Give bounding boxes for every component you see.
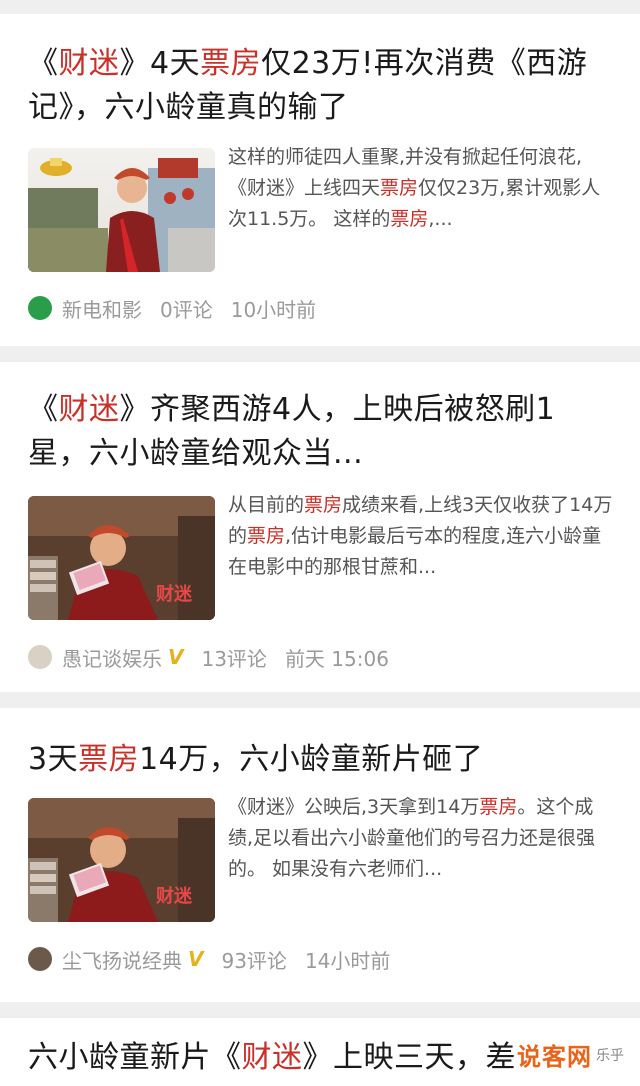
summary-text: ,... bbox=[428, 208, 453, 230]
comment-count[interactable]: 0评论 bbox=[160, 294, 213, 323]
article-meta: 愚记谈娱乐 V 13评论 前天 15:06 bbox=[28, 642, 389, 672]
article-card[interactable]: 3天票房14万，六小龄童新片砸了 财迷 《财迷》公映后,3天拿到14万票房。这个… bbox=[0, 708, 640, 1002]
article-title[interactable]: 《财迷》齐聚西游4人，上映后被怒刷1星，六小龄童给观众当... bbox=[28, 388, 608, 476]
summary-text: 《财迷》 bbox=[228, 796, 305, 818]
title-highlight: 财迷 bbox=[58, 392, 120, 427]
article-card[interactable]: 《财迷》4天票房仅23万!再次消费《西游记》，六小龄童真的输了 这样的师徒四人重… bbox=[0, 14, 640, 346]
summary-highlight: 票房 bbox=[390, 208, 429, 230]
source-logo-icon bbox=[28, 645, 52, 669]
source-name[interactable]: 新电和影 bbox=[62, 294, 142, 323]
verified-badge-icon: V bbox=[188, 947, 204, 971]
comment-count[interactable]: 93评论 bbox=[221, 945, 286, 974]
summary-text: 上线四天 bbox=[304, 177, 381, 199]
title-highlight: 票房 bbox=[78, 742, 140, 777]
comment-count[interactable]: 13评论 bbox=[201, 643, 266, 672]
summary-text: 从目前的 bbox=[228, 494, 305, 516]
title-highlight: 票房 bbox=[200, 46, 262, 81]
summary-highlight: 票房 bbox=[247, 525, 286, 547]
title-highlight: 财迷 bbox=[241, 1040, 303, 1075]
article-meta: 新电和影 0评论 10小时前 bbox=[28, 293, 316, 323]
source-name[interactable]: 愚记谈娱乐 bbox=[62, 643, 162, 672]
summary-text: 《财迷》 bbox=[228, 177, 305, 199]
svg-text:财迷: 财迷 bbox=[156, 583, 193, 605]
article-summary: 这样的师徒四人重聚,并没有掀起任何浪花,《财迷》上线四天票房仅仅23万,累计观影… bbox=[228, 142, 613, 235]
svg-text:财迷: 财迷 bbox=[156, 885, 193, 907]
publish-time: 14小时前 bbox=[304, 948, 391, 973]
watermark-text: 乐乎 bbox=[596, 1047, 624, 1064]
summary-text: 这样的师徒四人重聚,并没有掀起任何浪花, bbox=[228, 146, 583, 168]
article-summary: 从目前的票房成绩来看,上线3天仅收获了14万的票房,估计电影最后亏本的程度,连六… bbox=[228, 490, 613, 583]
source-name[interactable]: 尘飞扬说经典 bbox=[62, 945, 182, 974]
article-title[interactable]: 3天票房14万，六小龄童新片砸了 bbox=[28, 738, 608, 782]
summary-text: 公映后,3天拿到14万 bbox=[304, 796, 480, 818]
summary-highlight: 票房 bbox=[380, 177, 419, 199]
article-meta: 尘飞扬说经典 V 93评论 14小时前 bbox=[28, 944, 390, 974]
publish-time: 10小时前 bbox=[230, 297, 317, 322]
article-title[interactable]: 《财迷》4天票房仅23万!再次消费《西游记》，六小龄童真的输了 bbox=[28, 42, 608, 130]
title-highlight: 财迷 bbox=[58, 46, 120, 81]
title-text: 《 bbox=[28, 392, 59, 427]
title-text: 》4天 bbox=[119, 46, 201, 81]
source-logo-icon bbox=[28, 947, 52, 971]
summary-highlight: 票房 bbox=[479, 796, 518, 818]
title-text: 》上映三天，差 bbox=[302, 1040, 516, 1075]
watermark-logo: 说客网 bbox=[517, 1043, 592, 1071]
summary-highlight: 票房 bbox=[304, 494, 343, 516]
article-summary: 《财迷》公映后,3天拿到14万票房。这个成绩,足以看出六小龄童他们的号召力还是很… bbox=[228, 792, 613, 885]
article-card[interactable]: 《财迷》齐聚西游4人，上映后被怒刷1星，六小龄童给观众当... 财迷 从目前的票… bbox=[0, 362, 640, 692]
publish-time: 前天 15:06 bbox=[284, 646, 389, 671]
title-text: 六小龄童新片《 bbox=[28, 1040, 242, 1075]
article-thumbnail[interactable]: 财迷 bbox=[28, 798, 215, 922]
source-logo-icon bbox=[28, 296, 52, 320]
site-watermark: 说客网 乐乎 bbox=[517, 1037, 624, 1072]
title-text: 3天 bbox=[28, 742, 79, 777]
article-thumbnail[interactable]: 财迷 bbox=[28, 496, 215, 620]
title-text: 《 bbox=[28, 46, 59, 81]
verified-badge-icon: V bbox=[168, 645, 184, 669]
title-text: 14万，六小龄童新片砸了 bbox=[139, 742, 484, 777]
article-thumbnail[interactable] bbox=[28, 148, 215, 272]
